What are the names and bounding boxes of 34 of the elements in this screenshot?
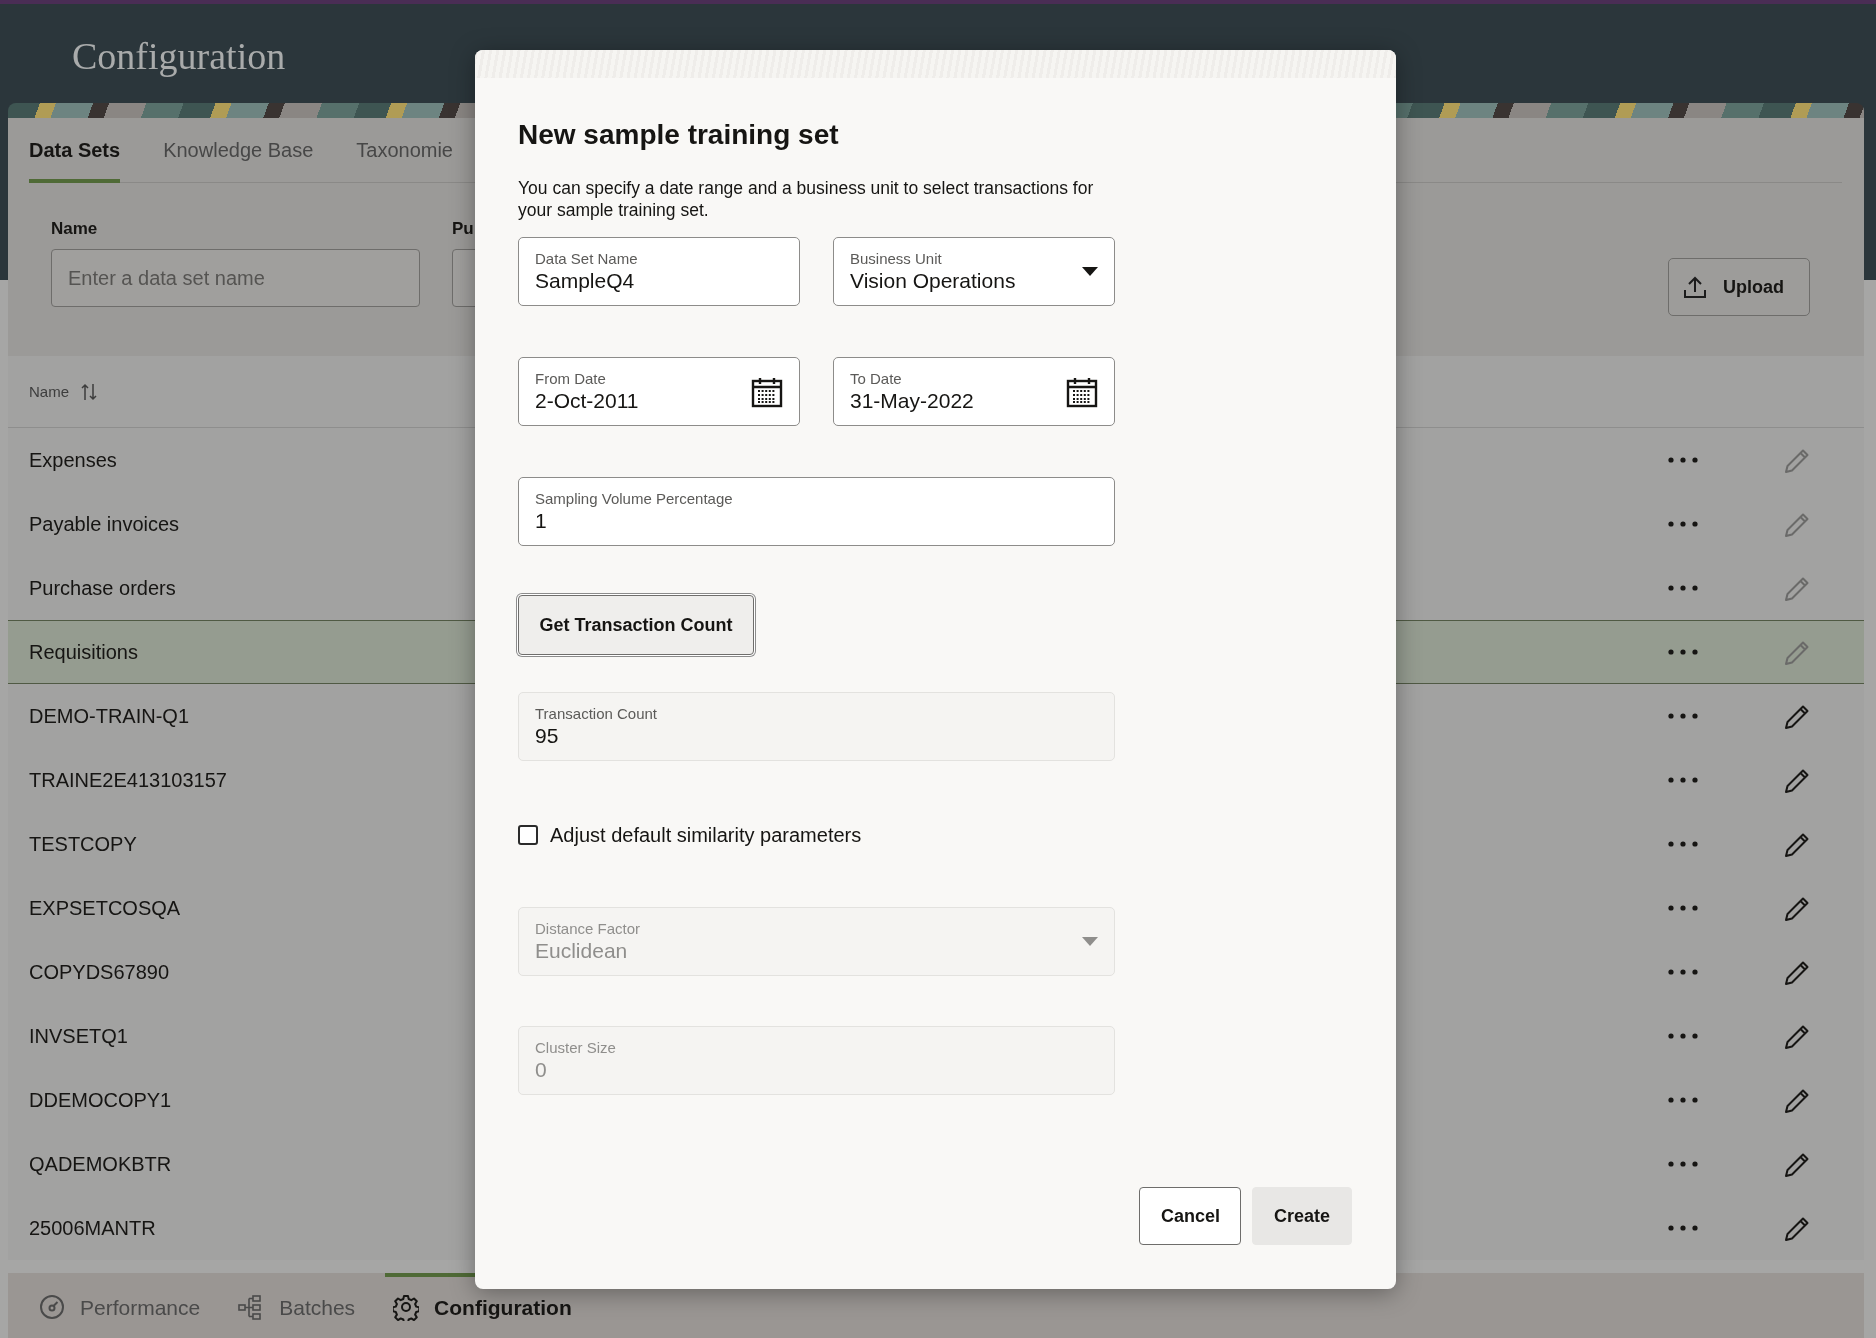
field-label: Cluster Size [535, 1038, 617, 1057]
row-name: QADEMOKBTR [29, 1152, 172, 1176]
dialog-description: You can specify a date range and a business unit to select transactions for your sample training set. [518, 177, 1095, 221]
field-value: 1 [535, 507, 548, 534]
field-label: Data Set Name [535, 249, 639, 268]
dialog-title: New sample training set [518, 118, 840, 152]
field-value: Euclidean [535, 937, 629, 964]
row-name: DEMO-TRAIN-Q1 [29, 704, 189, 728]
row-name: TESTCOPY [29, 832, 137, 856]
row-name: Requisitions [29, 640, 138, 664]
row-name: DDEMOCOPY1 [29, 1088, 172, 1112]
row-name: Purchase orders [29, 576, 176, 600]
page-title: Configuration [72, 34, 286, 79]
row-name: COPYDS67890 [29, 960, 170, 984]
row-name: Expenses [29, 448, 117, 472]
row-name: Payable invoices [29, 512, 180, 536]
field-value: 31-May-2022 [850, 387, 975, 414]
row-name: EXPSETCOSQA [29, 896, 181, 920]
field-label: To Date [850, 369, 903, 388]
field-label: Transaction Count [535, 704, 658, 723]
field-label: Business Unit [850, 249, 943, 268]
field-label: Distance Factor [535, 919, 642, 938]
row-name: TRAINE2E413103157 [29, 768, 227, 792]
row-name: 25006MANTR [29, 1216, 156, 1240]
field-value: 0 [535, 1056, 548, 1083]
field-value: 95 [535, 722, 560, 749]
field-value: SampleQ4 [535, 267, 636, 294]
field-value: 2-Oct-2011 [535, 387, 640, 414]
field-label: Name [51, 219, 99, 239]
field-label: From Date [535, 369, 607, 388]
field-label: Sampling Volume Percentage [535, 489, 734, 508]
field-label: Pu [452, 219, 475, 239]
row-name: INVSETQ1 [29, 1024, 128, 1048]
field-value: Vision Operations [850, 267, 1017, 294]
